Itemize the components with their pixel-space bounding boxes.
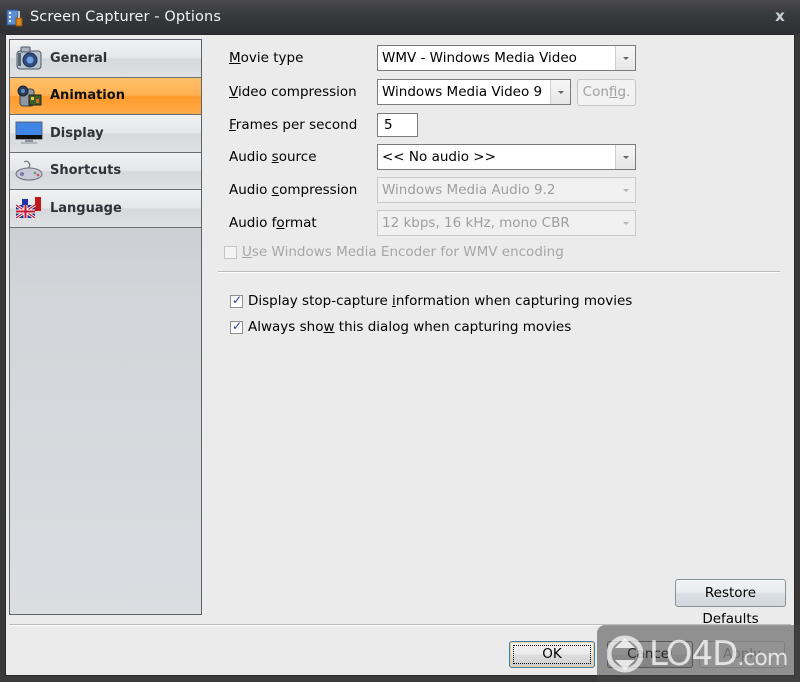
sidebar-item-display[interactable]: Display (10, 115, 201, 153)
video-compression-value: Windows Media Video 9 (382, 84, 543, 100)
checkbox-box[interactable] (230, 319, 243, 334)
client-area: General Animation Display Shortcuts Lang… (5, 34, 795, 676)
chevron-down-icon[interactable] (615, 145, 635, 169)
video-camera-icon (14, 82, 44, 110)
restore-defaults-button[interactable]: Restore Defaults (675, 579, 786, 627)
sidebar-item-animation[interactable]: Animation (10, 77, 201, 115)
checkbox-box[interactable] (224, 245, 237, 259)
audio-format-value: 12 kbps, 16 kHz, mono CBR (382, 215, 570, 231)
separator (218, 271, 780, 273)
app-icon (6, 9, 24, 27)
always-show-checkbox[interactable]: Always show this dialog when capturing m… (230, 319, 571, 335)
chevron-down-icon[interactable] (615, 46, 635, 70)
gamepad-icon (14, 157, 44, 185)
category-sidebar: General Animation Display Shortcuts Lang… (9, 39, 202, 615)
fps-input[interactable]: 5 (377, 113, 418, 137)
sidebar-item-label: Shortcuts (50, 163, 122, 179)
checkbox-box[interactable] (230, 293, 243, 308)
sidebar-item-label: Language (50, 200, 122, 216)
audio-source-label: Audio source (229, 149, 317, 165)
chevron-down-icon[interactable] (550, 80, 570, 104)
watermark-logo-icon (607, 635, 643, 672)
chevron-down-icon (615, 178, 635, 202)
chevron-down-icon (615, 211, 635, 235)
window-title: Screen Capturer - Options (30, 9, 221, 25)
video-compression-dropdown[interactable]: Windows Media Video 9 (377, 79, 571, 105)
audio-format-label: Audio format (229, 215, 317, 231)
video-compression-label: Video compression (229, 84, 357, 100)
focus-rect (513, 645, 591, 664)
sidebar-item-language[interactable]: Language (10, 190, 201, 228)
sidebar-item-label: General (50, 50, 108, 66)
sidebar-item-label: Animation (50, 88, 125, 104)
sidebar-item-shortcuts[interactable]: Shortcuts (10, 152, 201, 190)
watermark-text: LO4D.com (649, 633, 788, 674)
config-button[interactable]: Config. (577, 79, 636, 106)
audio-format-dropdown[interactable]: 12 kbps, 16 kHz, mono CBR (377, 210, 636, 236)
audio-source-dropdown[interactable]: << No audio >> (377, 144, 636, 170)
fps-label: Frames per second (229, 117, 358, 133)
title-bar[interactable]: Screen Capturer - Options x (0, 0, 800, 34)
audio-source-value: << No audio >> (382, 149, 496, 165)
camera-icon (14, 44, 44, 72)
movie-type-dropdown[interactable]: WMV - Windows Media Video (377, 45, 636, 71)
audio-compression-label: Audio compression (229, 182, 358, 198)
watermark: LO4D.com (597, 625, 800, 682)
sidebar-item-general[interactable]: General (10, 40, 201, 78)
close-icon[interactable]: x (772, 8, 788, 24)
ok-button[interactable]: OK (509, 641, 595, 668)
options-window: Screen Capturer - Options x General Anim… (0, 0, 800, 682)
audio-compression-value: Windows Media Audio 9.2 (382, 182, 556, 198)
sidebar-item-label: Display (50, 125, 104, 141)
movie-type-value: WMV - Windows Media Video (382, 50, 577, 66)
movie-type-label: Movie type (229, 50, 304, 66)
monitor-icon (14, 119, 44, 147)
use-wme-checkbox[interactable]: Use Windows Media Encoder for WMV encodi… (224, 244, 564, 260)
audio-compression-dropdown[interactable]: Windows Media Audio 9.2 (377, 177, 636, 203)
display-stop-info-checkbox[interactable]: Display stop-capture information when ca… (230, 293, 632, 309)
flags-icon (14, 194, 44, 222)
